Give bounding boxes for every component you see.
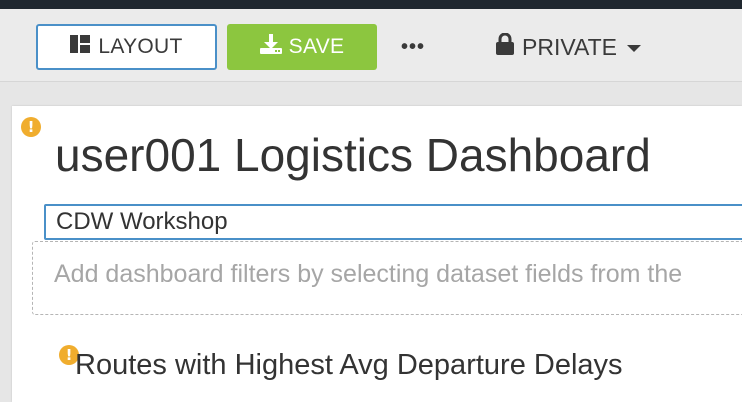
layout-button-label: LAYOUT	[98, 35, 183, 58]
filter-placeholder-text: Add dashboard filters by selecting datas…	[54, 260, 683, 288]
save-button-label: SAVE	[288, 35, 345, 58]
layout-button[interactable]: LAYOUT	[36, 24, 217, 70]
dashboard-toolbar: LAYOUT SAVE ••• PRIVATE	[0, 9, 742, 82]
dashboard-subtitle-input[interactable]	[44, 204, 742, 240]
warning-icon[interactable]: !	[21, 117, 41, 137]
layout-grid-icon	[70, 35, 91, 59]
filter-drop-zone[interactable]: Add dashboard filters by selecting datas…	[32, 241, 742, 315]
dashboard-title[interactable]: user001 Logistics Dashboard	[55, 128, 651, 182]
chevron-down-icon	[627, 45, 641, 52]
visual-title[interactable]: Routes with Highest Avg Departure Delays	[75, 349, 623, 382]
app-top-strip	[0, 0, 742, 9]
privacy-label: PRIVATE	[522, 33, 617, 60]
more-options-icon: •••	[400, 35, 425, 58]
save-button[interactable]: SAVE	[227, 24, 377, 70]
privacy-dropdown[interactable]: PRIVATE	[496, 27, 641, 67]
lock-icon	[496, 32, 514, 61]
more-options-button[interactable]: •••	[393, 31, 433, 63]
download-icon	[259, 34, 282, 60]
